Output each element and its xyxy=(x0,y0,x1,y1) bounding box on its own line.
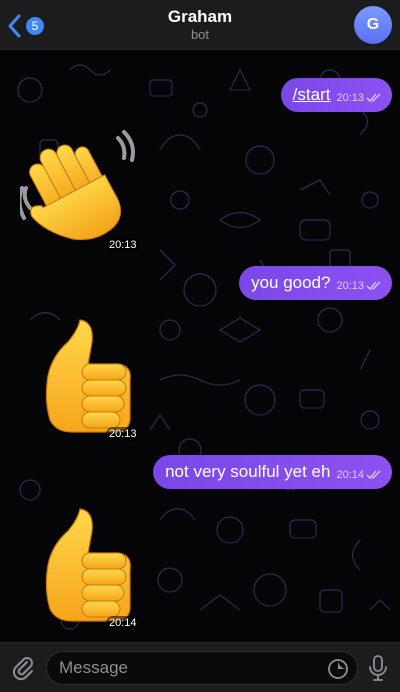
double-check-icon xyxy=(366,470,381,479)
waving-hand-sticker[interactable] xyxy=(20,128,140,248)
message-meta: 20:14 xyxy=(336,469,382,481)
microphone-icon[interactable] xyxy=(366,654,390,682)
sticker-icon[interactable] xyxy=(327,658,349,680)
chat-title-area[interactable]: Graham bot xyxy=(0,7,400,43)
message-text: not very soulful yet eh xyxy=(165,462,331,481)
double-check-icon xyxy=(366,281,381,290)
message-input[interactable] xyxy=(59,658,309,678)
chat-title: Graham xyxy=(167,7,233,26)
message-time: 20:13 xyxy=(336,92,364,104)
message-meta: 20:13 xyxy=(336,280,382,292)
message-outgoing[interactable]: you good? 20:13 xyxy=(239,266,392,300)
message-text: you good? xyxy=(251,273,331,292)
paperclip-icon[interactable] xyxy=(10,655,36,681)
chat-area[interactable]: /start 20:13 20:13 you good? 20:13 20:13… xyxy=(0,50,400,642)
thumbs-up-sticker[interactable] xyxy=(20,505,140,625)
bot-command-link[interactable]: /start xyxy=(293,85,331,105)
message-time: 20:14 xyxy=(336,469,364,481)
chat-header: 5 Graham bot G xyxy=(0,0,400,50)
message-meta: 20:13 xyxy=(336,92,382,104)
thumbs-up-sticker[interactable] xyxy=(20,316,140,436)
message-outgoing[interactable]: /start 20:13 xyxy=(280,78,392,112)
chat-subtitle: bot xyxy=(190,27,210,42)
avatar[interactable]: G xyxy=(354,6,392,44)
message-input-bar xyxy=(0,642,400,692)
message-time: 20:13 xyxy=(336,280,364,292)
message-field[interactable] xyxy=(46,651,358,685)
message-outgoing[interactable]: not very soulful yet eh 20:14 xyxy=(153,455,392,489)
double-check-icon xyxy=(366,93,381,102)
sticker-time: 20:13 xyxy=(106,238,140,252)
sticker-time: 20:13 xyxy=(106,427,140,441)
sticker-time: 20:14 xyxy=(106,616,140,630)
